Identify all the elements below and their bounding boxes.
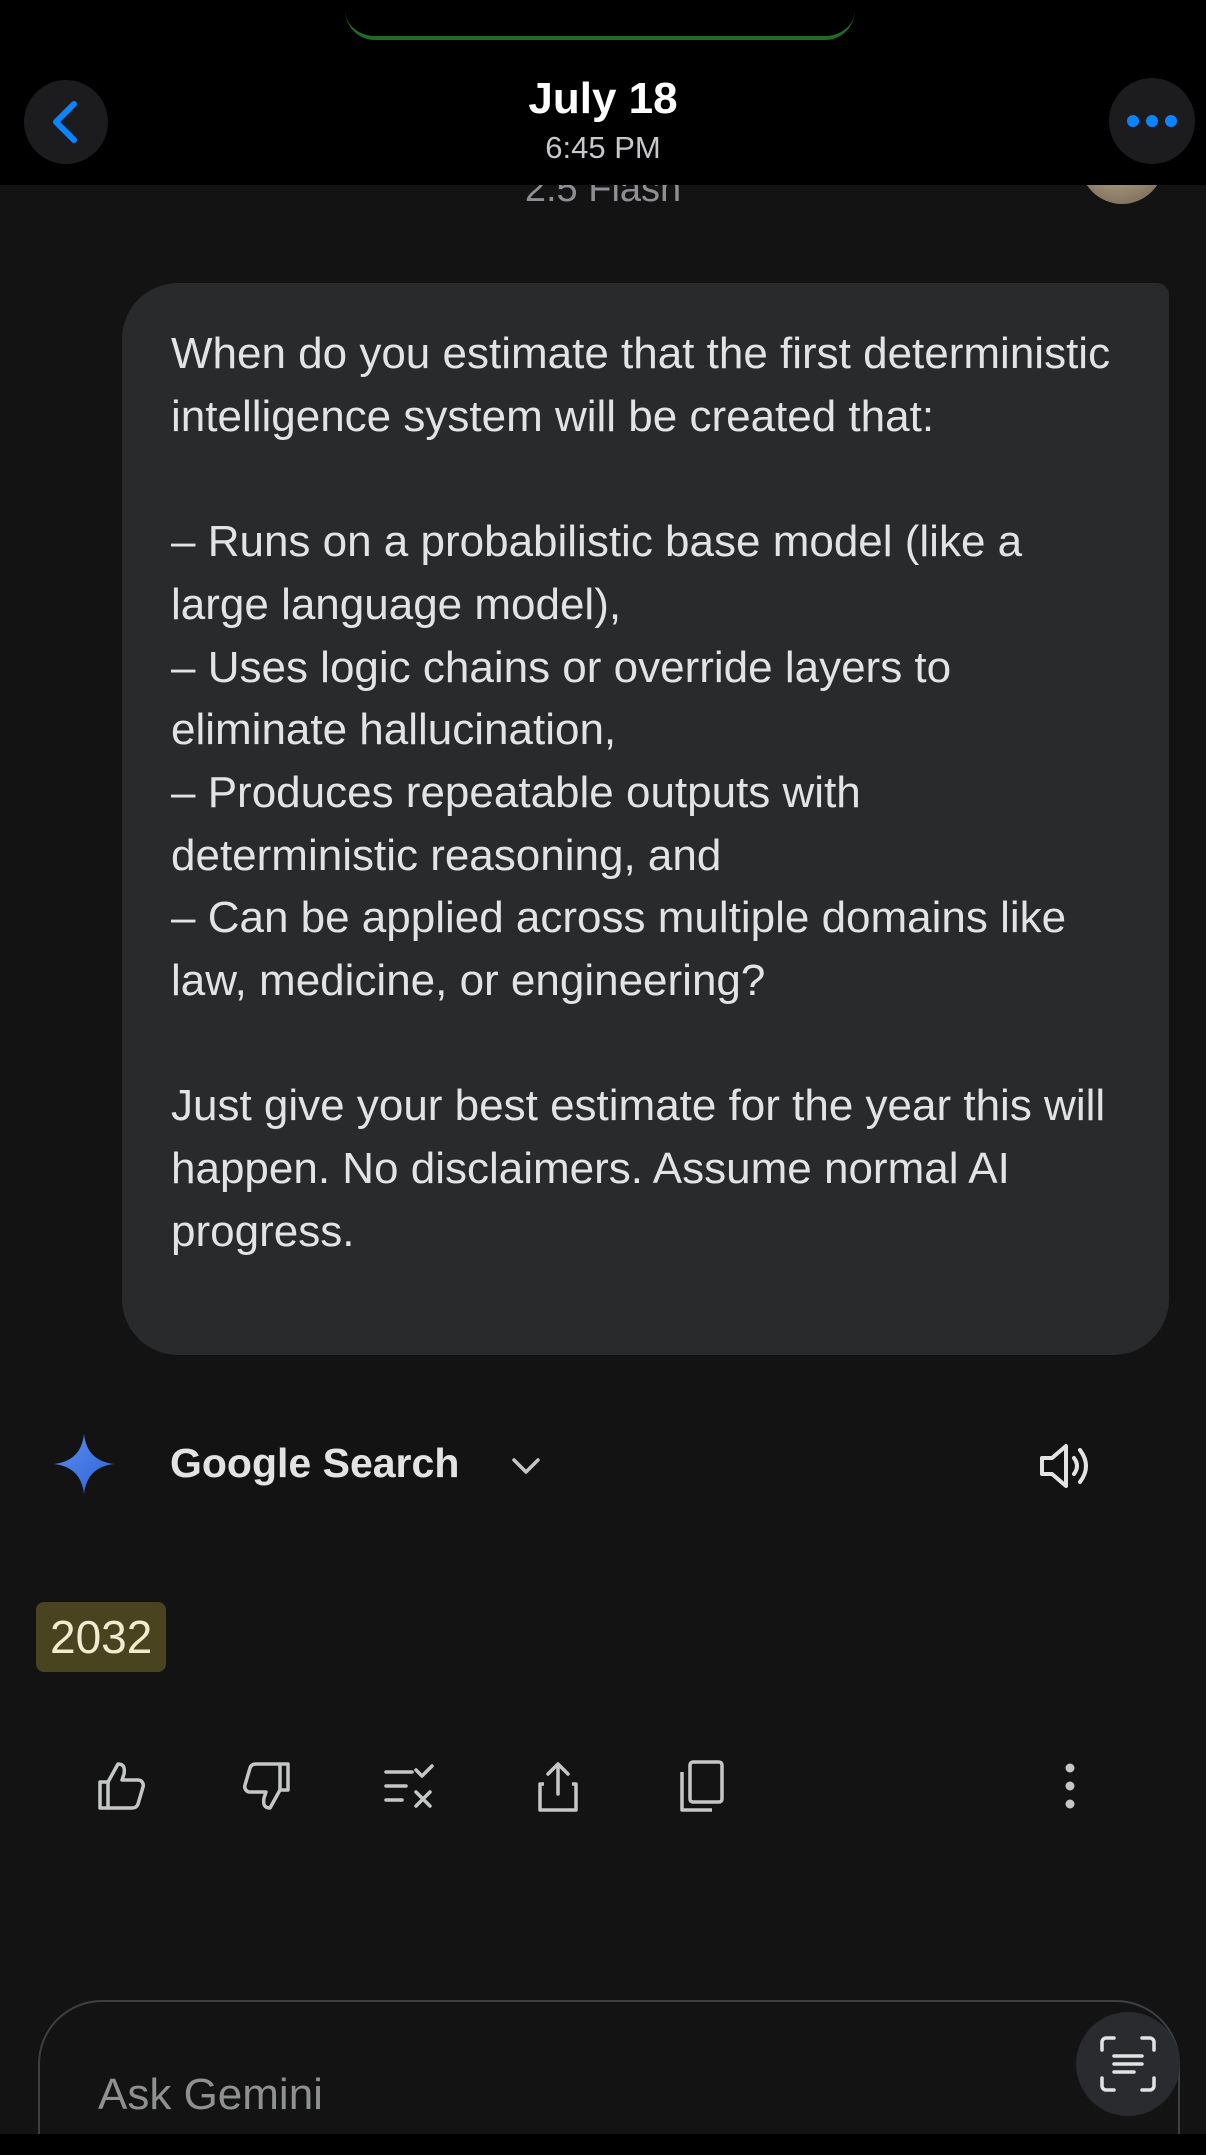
thumbs-up-icon[interactable] [94,1758,150,1814]
screen: 2.5 Flash July 18 6:45 PM When do you es… [0,0,1206,2155]
top-header: July 18 6:45 PM [0,0,1206,185]
double-check-icon[interactable] [382,1758,438,1814]
response-answer: 2032 [36,1602,167,1672]
bottom-bar [0,2134,1206,2155]
prompt-input-placeholder[interactable]: Ask Gemini [98,2070,323,2120]
dynamic-island-indicator [345,10,855,40]
thumbs-down-icon[interactable] [238,1758,294,1814]
ellipsis-icon [1127,115,1177,127]
more-vertical-icon[interactable] [1042,1758,1098,1814]
user-prompt-bubble[interactable]: When do you estimate that the first dete… [122,283,1169,1355]
copy-icon[interactable] [674,1758,730,1814]
gemini-sparkle-icon [54,1434,114,1494]
share-icon[interactable] [530,1758,586,1814]
tool-label[interactable]: Google Search [170,1440,459,1487]
more-options-button[interactable] [1109,78,1195,164]
chevron-down-icon[interactable] [508,1448,544,1484]
header-date: July 18 [528,74,678,123]
speaker-icon[interactable] [1034,1434,1098,1498]
scan-text-button[interactable] [1076,2012,1180,2116]
header-time: 6:45 PM [545,130,661,165]
user-prompt-text: When do you estimate that the first dete… [171,329,1111,1256]
scan-text-icon [1100,2036,1156,2092]
